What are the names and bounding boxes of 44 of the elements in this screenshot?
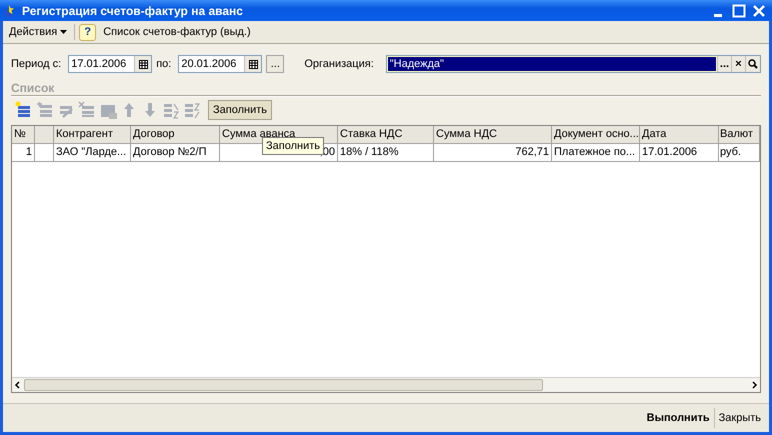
period-button[interactable]: ...: [266, 55, 284, 73]
column-header[interactable]: №: [12, 126, 35, 144]
help-button[interactable]: ?: [79, 24, 96, 40]
horizontal-scrollbar[interactable]: [12, 377, 760, 392]
clear-button[interactable]: ×: [731, 56, 745, 72]
run-button[interactable]: Выполнить: [642, 410, 714, 426]
column-header[interactable]: Ставка НДС: [338, 126, 434, 144]
add-row-icon[interactable]: [15, 101, 33, 119]
to-label: по:: [156, 58, 172, 70]
column-header[interactable]: Валют: [719, 126, 760, 144]
table-cell: 762,71: [434, 144, 552, 162]
actions-menu[interactable]: Действия: [6, 24, 70, 40]
organization-label: Организация:: [304, 58, 374, 70]
close-button[interactable]: Закрыть: [714, 410, 765, 426]
column-header[interactable]: Договор: [131, 126, 220, 144]
column-header[interactable]: Дата: [640, 126, 719, 144]
choose-button[interactable]: ...: [717, 56, 731, 72]
date-field[interactable]: 20.01.2006: [178, 55, 262, 73]
search-icon[interactable]: [748, 59, 758, 69]
list-link[interactable]: Список счетов-фактур (выд.): [100, 24, 254, 40]
table-cell: Договор №2/П: [131, 144, 220, 162]
section-title: Список: [11, 81, 56, 95]
table-cell: руб.: [719, 144, 760, 162]
calendar-icon[interactable]: [138, 60, 148, 68]
period-label: Период с:: [11, 58, 62, 70]
column-header[interactable]: [35, 126, 54, 144]
column-header[interactable]: Контрагент: [54, 126, 131, 144]
table-cell: [35, 144, 54, 162]
app-icon: [4, 4, 16, 18]
window-title: Регистрация счетов-фактур на аванс: [22, 4, 244, 18]
caret-icon: [60, 30, 68, 34]
table-cell: 1: [12, 144, 35, 162]
date-field[interactable]: 17.01.2006: [68, 55, 152, 73]
table-cell: Платежное по...: [552, 144, 640, 162]
close-icon[interactable]: [752, 4, 766, 18]
column-header[interactable]: Сумма НДС: [434, 126, 552, 144]
table-cell: 17.01.2006: [640, 144, 719, 162]
table-cell: ЗАО "Ларде...: [54, 144, 131, 162]
column-header[interactable]: Документ осно...: [552, 126, 640, 144]
fill-button[interactable]: Заполнить: [208, 100, 272, 120]
calendar-icon[interactable]: [248, 60, 258, 68]
maximize-icon[interactable]: [732, 4, 746, 18]
table-cell: 18% / 118%: [338, 144, 434, 162]
organization-field[interactable]: "Надежда" ... ×: [386, 55, 761, 73]
